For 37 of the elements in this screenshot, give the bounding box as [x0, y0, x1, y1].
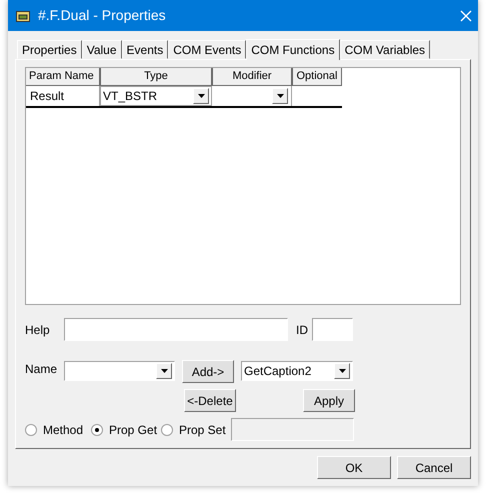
radio-option[interactable]: Prop Get	[91, 420, 161, 438]
caret-icon	[338, 369, 346, 373]
window-title: #.F.Dual - Properties	[38, 6, 167, 25]
id-label: ID	[296, 322, 309, 338]
id-field[interactable]	[312, 318, 353, 341]
caret-icon	[198, 94, 204, 98]
name-label: Name	[25, 361, 58, 378]
function-dropdown[interactable]: GetCaption2	[241, 361, 353, 381]
tab[interactable]: Events	[122, 40, 168, 59]
delete-button[interactable]: <-Delete	[184, 389, 236, 412]
type-dropdown[interactable]: VT_BSTR	[100, 86, 212, 106]
caret-icon	[160, 369, 168, 373]
table-cell: Result	[26, 86, 100, 106]
column-header[interactable]: Optional	[292, 68, 342, 86]
tab[interactable]: Value	[82, 40, 122, 59]
dropdown-arrow-button[interactable]	[193, 88, 209, 104]
tab[interactable]: COM Functions	[246, 39, 340, 60]
dropdown-arrow-button[interactable]	[156, 363, 172, 379]
radio-option[interactable]: Prop Set	[161, 420, 231, 438]
dropdown-arrow-button[interactable]	[334, 363, 350, 379]
add-button[interactable]: Add->	[182, 360, 234, 383]
help-field[interactable]	[64, 318, 288, 341]
caret-icon	[276, 94, 284, 98]
cancel-button[interactable]: Cancel	[397, 456, 471, 479]
tab[interactable]: Properties	[17, 40, 82, 59]
close-icon[interactable]	[460, 10, 472, 22]
ok-button[interactable]: OK	[317, 456, 391, 479]
tab[interactable]: COM Events	[168, 40, 246, 59]
column-header[interactable]: Modifier	[212, 68, 292, 86]
help-label: Help	[25, 322, 51, 338]
column-header[interactable]: Type	[100, 68, 212, 86]
radio-option[interactable]: Method	[25, 420, 91, 438]
column-header[interactable]: Param Name	[26, 68, 100, 86]
folder-icon	[16, 10, 30, 22]
dropdown-arrow-button[interactable]	[272, 88, 288, 104]
apply-button[interactable]: Apply	[303, 389, 355, 412]
tab[interactable]: COM Variables	[340, 40, 430, 59]
